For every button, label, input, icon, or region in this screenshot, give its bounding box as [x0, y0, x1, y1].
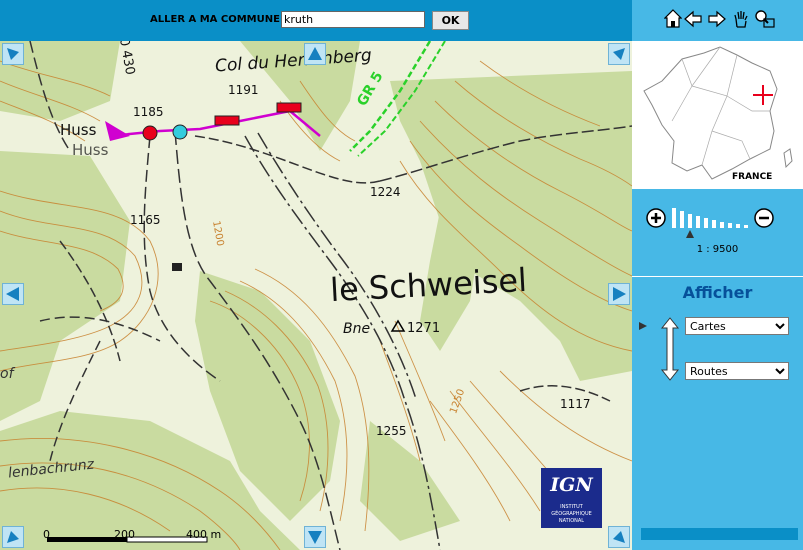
elevation-1224: 1224: [370, 185, 401, 199]
pan-left-icon[interactable]: [684, 9, 702, 29]
nav-arrow-icon: [613, 287, 626, 301]
map-label-huss: Huss: [60, 121, 97, 139]
pan-right-icon[interactable]: [708, 9, 726, 29]
ign-logo: IGN INSTITUT GÉOGRAPHIQUE NATIONAL: [541, 468, 602, 528]
zoom-panel: 1 : 9500: [632, 188, 803, 274]
elevation-1185: 1185: [133, 105, 164, 119]
nav-arrow-icon: [613, 48, 625, 60]
topographic-map[interactable]: Col du Herrenberg le Schweisel Bne Huss …: [0, 41, 632, 550]
map-canvas: [0, 41, 632, 550]
pan-north-arrow[interactable]: [304, 43, 326, 65]
map-label-huss-2: Huss: [72, 141, 109, 159]
commune-search-label: ALLER A MA COMMUNE:: [150, 14, 284, 25]
swap-layers-icon[interactable]: [660, 317, 680, 381]
pan-east-arrow[interactable]: [608, 283, 630, 305]
nav-arrow-icon: [7, 531, 19, 543]
elevation-1165: 1165: [130, 213, 161, 227]
pan-west-arrow[interactable]: [2, 283, 24, 305]
zoom-box-icon[interactable]: [754, 9, 776, 29]
france-overview-svg: [643, 46, 793, 180]
overview-label: FRANCE: [732, 172, 773, 182]
elevation-1191: 1191: [228, 83, 259, 97]
ign-logo-text: IGN: [550, 474, 593, 496]
nav-arrow-icon: [308, 531, 322, 544]
layers-panel: Afficher Cartes Routes: [632, 276, 803, 517]
elevation-1255: 1255: [376, 424, 407, 438]
pan-northeast-arrow[interactable]: [608, 43, 630, 65]
map-label-of: of: [0, 366, 14, 382]
nav-arrow-icon: [7, 48, 19, 60]
pan-southeast-arrow[interactable]: [608, 526, 630, 548]
pan-southwest-arrow[interactable]: [2, 526, 24, 548]
hand-pan-icon[interactable]: [732, 9, 750, 29]
elevation-1271: 1271: [407, 321, 441, 336]
ok-button[interactable]: OK: [432, 11, 469, 30]
scale-value: 1 : 9500: [696, 244, 739, 255]
scale-label-400: 400 m: [186, 528, 222, 541]
search-bar: ALLER A MA COMMUNE: OK: [0, 0, 632, 41]
toolbar: [632, 0, 803, 40]
layer-select-top[interactable]: Cartes: [685, 317, 789, 335]
map-label-bne: Bne: [343, 321, 371, 337]
afficher-title: Afficher: [682, 283, 753, 302]
zoom-scale-svg: [646, 208, 774, 238]
pan-south-arrow[interactable]: [304, 526, 326, 548]
status-bar: [641, 528, 798, 540]
ign-line-1: INSTITUT: [560, 504, 583, 510]
scale-label-200: 200: [114, 528, 135, 541]
commune-search-input[interactable]: [281, 11, 425, 28]
nav-arrow-icon: [308, 47, 322, 60]
scale-label-0: 0: [43, 528, 50, 541]
nav-arrow-icon: [613, 531, 625, 543]
sidebar: FRANCE 1 : 9500 Afficher Cartes Routes: [632, 0, 803, 550]
play-icon: [639, 322, 647, 330]
home-icon[interactable]: [664, 9, 682, 29]
pan-northwest-arrow[interactable]: [2, 43, 24, 65]
ign-line-2: GÉOGRAPHIQUE: [551, 511, 592, 517]
overview-map[interactable]: FRANCE: [632, 41, 803, 188]
layer-select-bottom[interactable]: Routes: [685, 362, 789, 380]
elevation-1117: 1117: [560, 397, 591, 411]
nav-arrow-icon: [6, 287, 19, 301]
ign-line-3: NATIONAL: [558, 518, 585, 524]
